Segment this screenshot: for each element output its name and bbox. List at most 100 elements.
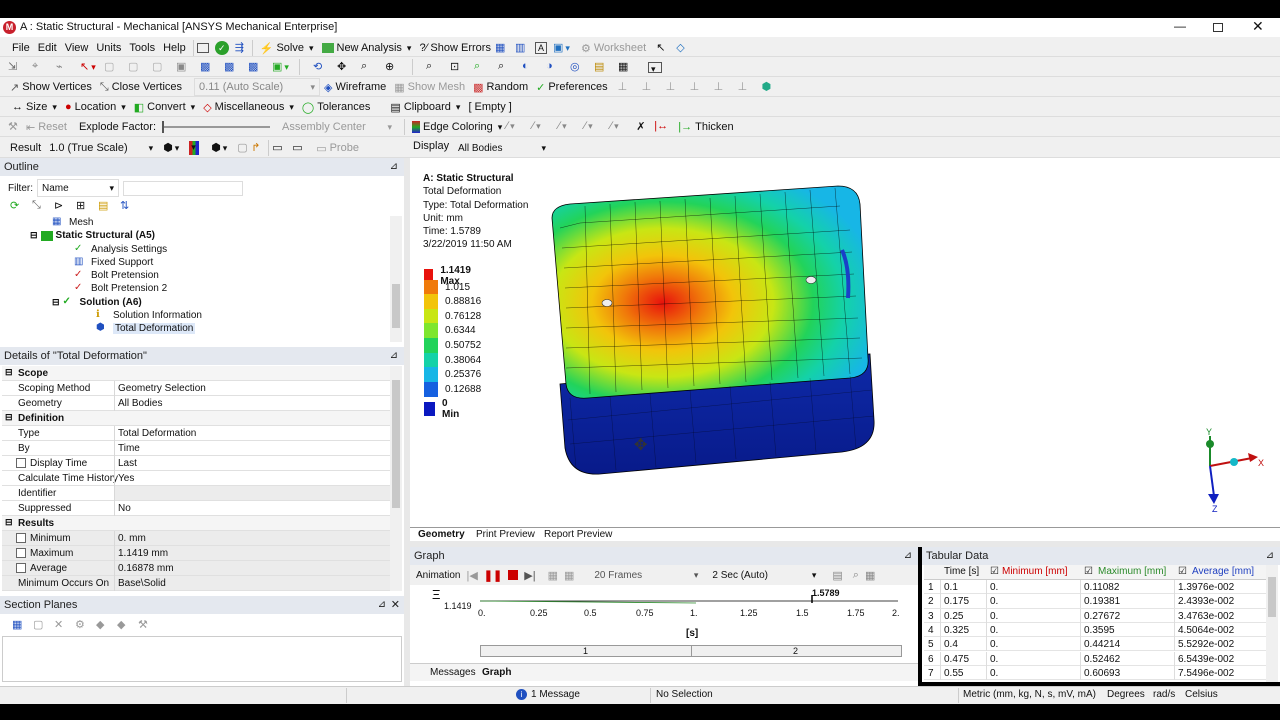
row-calc-time-history[interactable]: Calculate Time History Yes <box>2 471 390 486</box>
tree-item-bolt-pretension[interactable]: ✓ Bolt Pretension <box>74 269 159 282</box>
col-average-check[interactable]: ☑ <box>1178 566 1187 577</box>
edge-style-4-icon[interactable]: ∕ <box>584 120 598 134</box>
section-planes-list[interactable] <box>2 636 402 682</box>
row-maximum[interactable]: Maximum 1.1419 mm <box>2 546 390 561</box>
table-row[interactable]: 4 0.325 0. 0.3595 4.5064e-002 <box>924 622 1266 638</box>
max-min-icon[interactable]: ▢ <box>237 141 251 155</box>
explode-slider[interactable] <box>162 121 271 133</box>
zoom-fit-icon[interactable]: ⊡ <box>450 60 464 74</box>
section-graphics-icon[interactable]: ⚒ <box>138 618 152 632</box>
tree-item-solution[interactable]: ⊟ ✓ Solution (A6) <box>52 296 142 309</box>
minimize-icon[interactable]: — <box>1174 19 1186 33</box>
menu-units[interactable]: Units <box>92 39 125 57</box>
clipboard-button[interactable]: ▤ Clipboard <box>386 98 464 116</box>
annotation-4-icon[interactable]: ⊥ <box>690 80 704 94</box>
tree-item-static-structural[interactable]: ⊟ Static Structural (A5) <box>30 230 155 241</box>
pan-icon[interactable]: ✥ <box>337 60 351 74</box>
solution-toggle-icon[interactable]: ⊟ <box>52 297 60 308</box>
size-button[interactable]: ↔ Size <box>8 98 61 116</box>
angle-unit[interactable]: Degrees <box>1107 689 1145 700</box>
maximum-checkbox[interactable] <box>16 548 26 558</box>
step-2[interactable]: 2 <box>793 646 798 656</box>
ruler-icon[interactable]: ▤ <box>594 60 608 74</box>
check-icon[interactable]: ✓ <box>214 41 229 55</box>
thin-edge-icon[interactable]: |↔ <box>654 120 668 134</box>
graph-options-icon[interactable]: ▦ <box>865 569 875 582</box>
messages-status[interactable]: i1 Message <box>516 689 580 700</box>
tabular-pin-icon[interactable]: ⊿ <box>1266 547 1274 565</box>
new-analysis-button[interactable]: New Analysis <box>318 39 416 57</box>
collapse-toggle-icon[interactable]: ⊟ <box>30 230 38 241</box>
outline-pin-icon[interactable]: ⊿ <box>390 158 398 176</box>
row-type[interactable]: Type Total Deformation <box>2 426 390 441</box>
section-planes-pin-icon[interactable]: ⊿ <box>378 596 386 614</box>
row-by[interactable]: By Time <box>2 441 390 456</box>
solve-button[interactable]: ⚡ Solve <box>256 39 318 57</box>
graphics-viewport[interactable]: A: Static Structural Total Deformation T… <box>410 158 1280 527</box>
chart-icon[interactable]: ▥ <box>515 41 529 55</box>
geometry-display-icon[interactable]: ⬢ <box>163 141 177 155</box>
col-minimum-check[interactable]: ☑ <box>990 566 999 577</box>
wireframe-button[interactable]: ◈ Wireframe <box>320 78 390 96</box>
display-time-checkbox[interactable] <box>16 458 26 468</box>
row-suppressed[interactable]: Suppressed No <box>2 501 390 516</box>
auto-scale-dropdown[interactable]: 0.11 (Auto Scale) <box>194 78 321 96</box>
row-identifier[interactable]: Identifier <box>2 486 390 501</box>
select-mode-icon[interactable]: ⇲ <box>8 60 22 74</box>
vector-icon[interactable]: ↱ <box>251 141 265 155</box>
tree-item-analysis-settings[interactable]: ✓ Analysis Settings <box>74 243 167 256</box>
preferences-button[interactable]: ✓ Preferences <box>532 78 612 96</box>
miscellaneous-button[interactable]: ◇ Miscellaneous <box>199 98 298 116</box>
label-min-icon[interactable]: ▭ <box>292 141 306 155</box>
random-colors-button[interactable]: ▩ Random <box>469 78 532 96</box>
previous-view-icon[interactable]: ◐ <box>522 60 536 74</box>
table-row[interactable]: 1 0.1 0. 0.11082 1.3976e-002 <box>924 580 1266 595</box>
scale-dropdown[interactable]: 1.0 (True Scale) <box>45 139 157 157</box>
row-min-occurs[interactable]: Minimum Occurs On Base\Solid <box>2 576 390 591</box>
next-frame-icon[interactable]: ▶| <box>524 569 535 582</box>
print-icon[interactable]: ▦ <box>618 60 632 74</box>
stop-icon[interactable] <box>508 570 519 580</box>
table-row[interactable]: 7 0.55 0. 0.60693 7.5496e-002 <box>924 665 1266 681</box>
reset-button[interactable]: ⇤ Reset <box>22 118 71 136</box>
annotation-3-icon[interactable]: ⊥ <box>666 80 680 94</box>
refresh-icon[interactable]: ⟳ <box>10 199 24 213</box>
edge-style-1-icon[interactable]: ∕ <box>506 120 520 134</box>
group-results[interactable]: ⊟ Results <box>2 516 390 531</box>
expand-icon[interactable]: ⊳ <box>54 199 68 213</box>
body-select-icon[interactable]: ▢ <box>128 60 142 74</box>
assembly-center-dropdown[interactable]: Assembly Center <box>278 118 396 136</box>
temperature-unit[interactable]: Celsius <box>1185 689 1218 700</box>
package-icon[interactable]: ⬢ <box>762 80 776 94</box>
filter-search-input[interactable] <box>123 180 243 196</box>
frames-dropdown[interactable]: 20 Frames <box>590 566 702 584</box>
new-section-plane-icon[interactable]: ▦ <box>12 618 26 632</box>
outline-scrollbar[interactable] <box>390 216 402 342</box>
table-row[interactable]: 3 0.25 0. 0.27672 3.4763e-002 <box>924 608 1266 623</box>
show-errors-button[interactable]: ?⁄ Show Errors <box>415 39 495 57</box>
node-select-icon[interactable]: ▢ <box>152 60 166 74</box>
vertex-select-icon[interactable]: ⌖ <box>32 60 46 74</box>
edge-style-3-icon[interactable]: ∕ <box>558 120 572 134</box>
menu-help[interactable]: Help <box>159 39 190 57</box>
details-scroll-thumb[interactable] <box>392 380 400 508</box>
explode-icon[interactable]: ⚒ <box>8 120 22 134</box>
extend-limits-icon[interactable]: ▩ <box>224 60 238 74</box>
tree-item-bolt-pretension-2[interactable]: ✓ Bolt Pretension 2 <box>74 282 167 295</box>
tab-print-preview[interactable]: Print Preview <box>476 529 535 540</box>
tree-item-mesh[interactable]: ▦ Mesh <box>52 216 93 229</box>
cap-icon[interactable]: ◆ <box>96 618 110 632</box>
restore-icon[interactable] <box>1213 23 1223 32</box>
connect-icon[interactable]: ⇶ <box>235 41 249 55</box>
col-time[interactable]: Time [s] <box>944 566 979 577</box>
row-minimum[interactable]: Minimum 0. mm <box>2 531 390 546</box>
pointer-icon[interactable]: ↖ <box>80 60 94 74</box>
details-scrollbar[interactable] <box>390 366 402 591</box>
minimum-checkbox[interactable] <box>16 533 26 543</box>
first-frame-icon[interactable]: |◀ <box>466 569 477 582</box>
viewport-layout-icon[interactable] <box>648 61 662 73</box>
contour-bands-icon[interactable] <box>189 141 200 155</box>
average-checkbox[interactable] <box>16 563 26 573</box>
close-vertices-button[interactable]: ⤡ Close Vertices <box>96 78 186 96</box>
pointer-info-icon[interactable]: ↖ <box>656 41 670 55</box>
